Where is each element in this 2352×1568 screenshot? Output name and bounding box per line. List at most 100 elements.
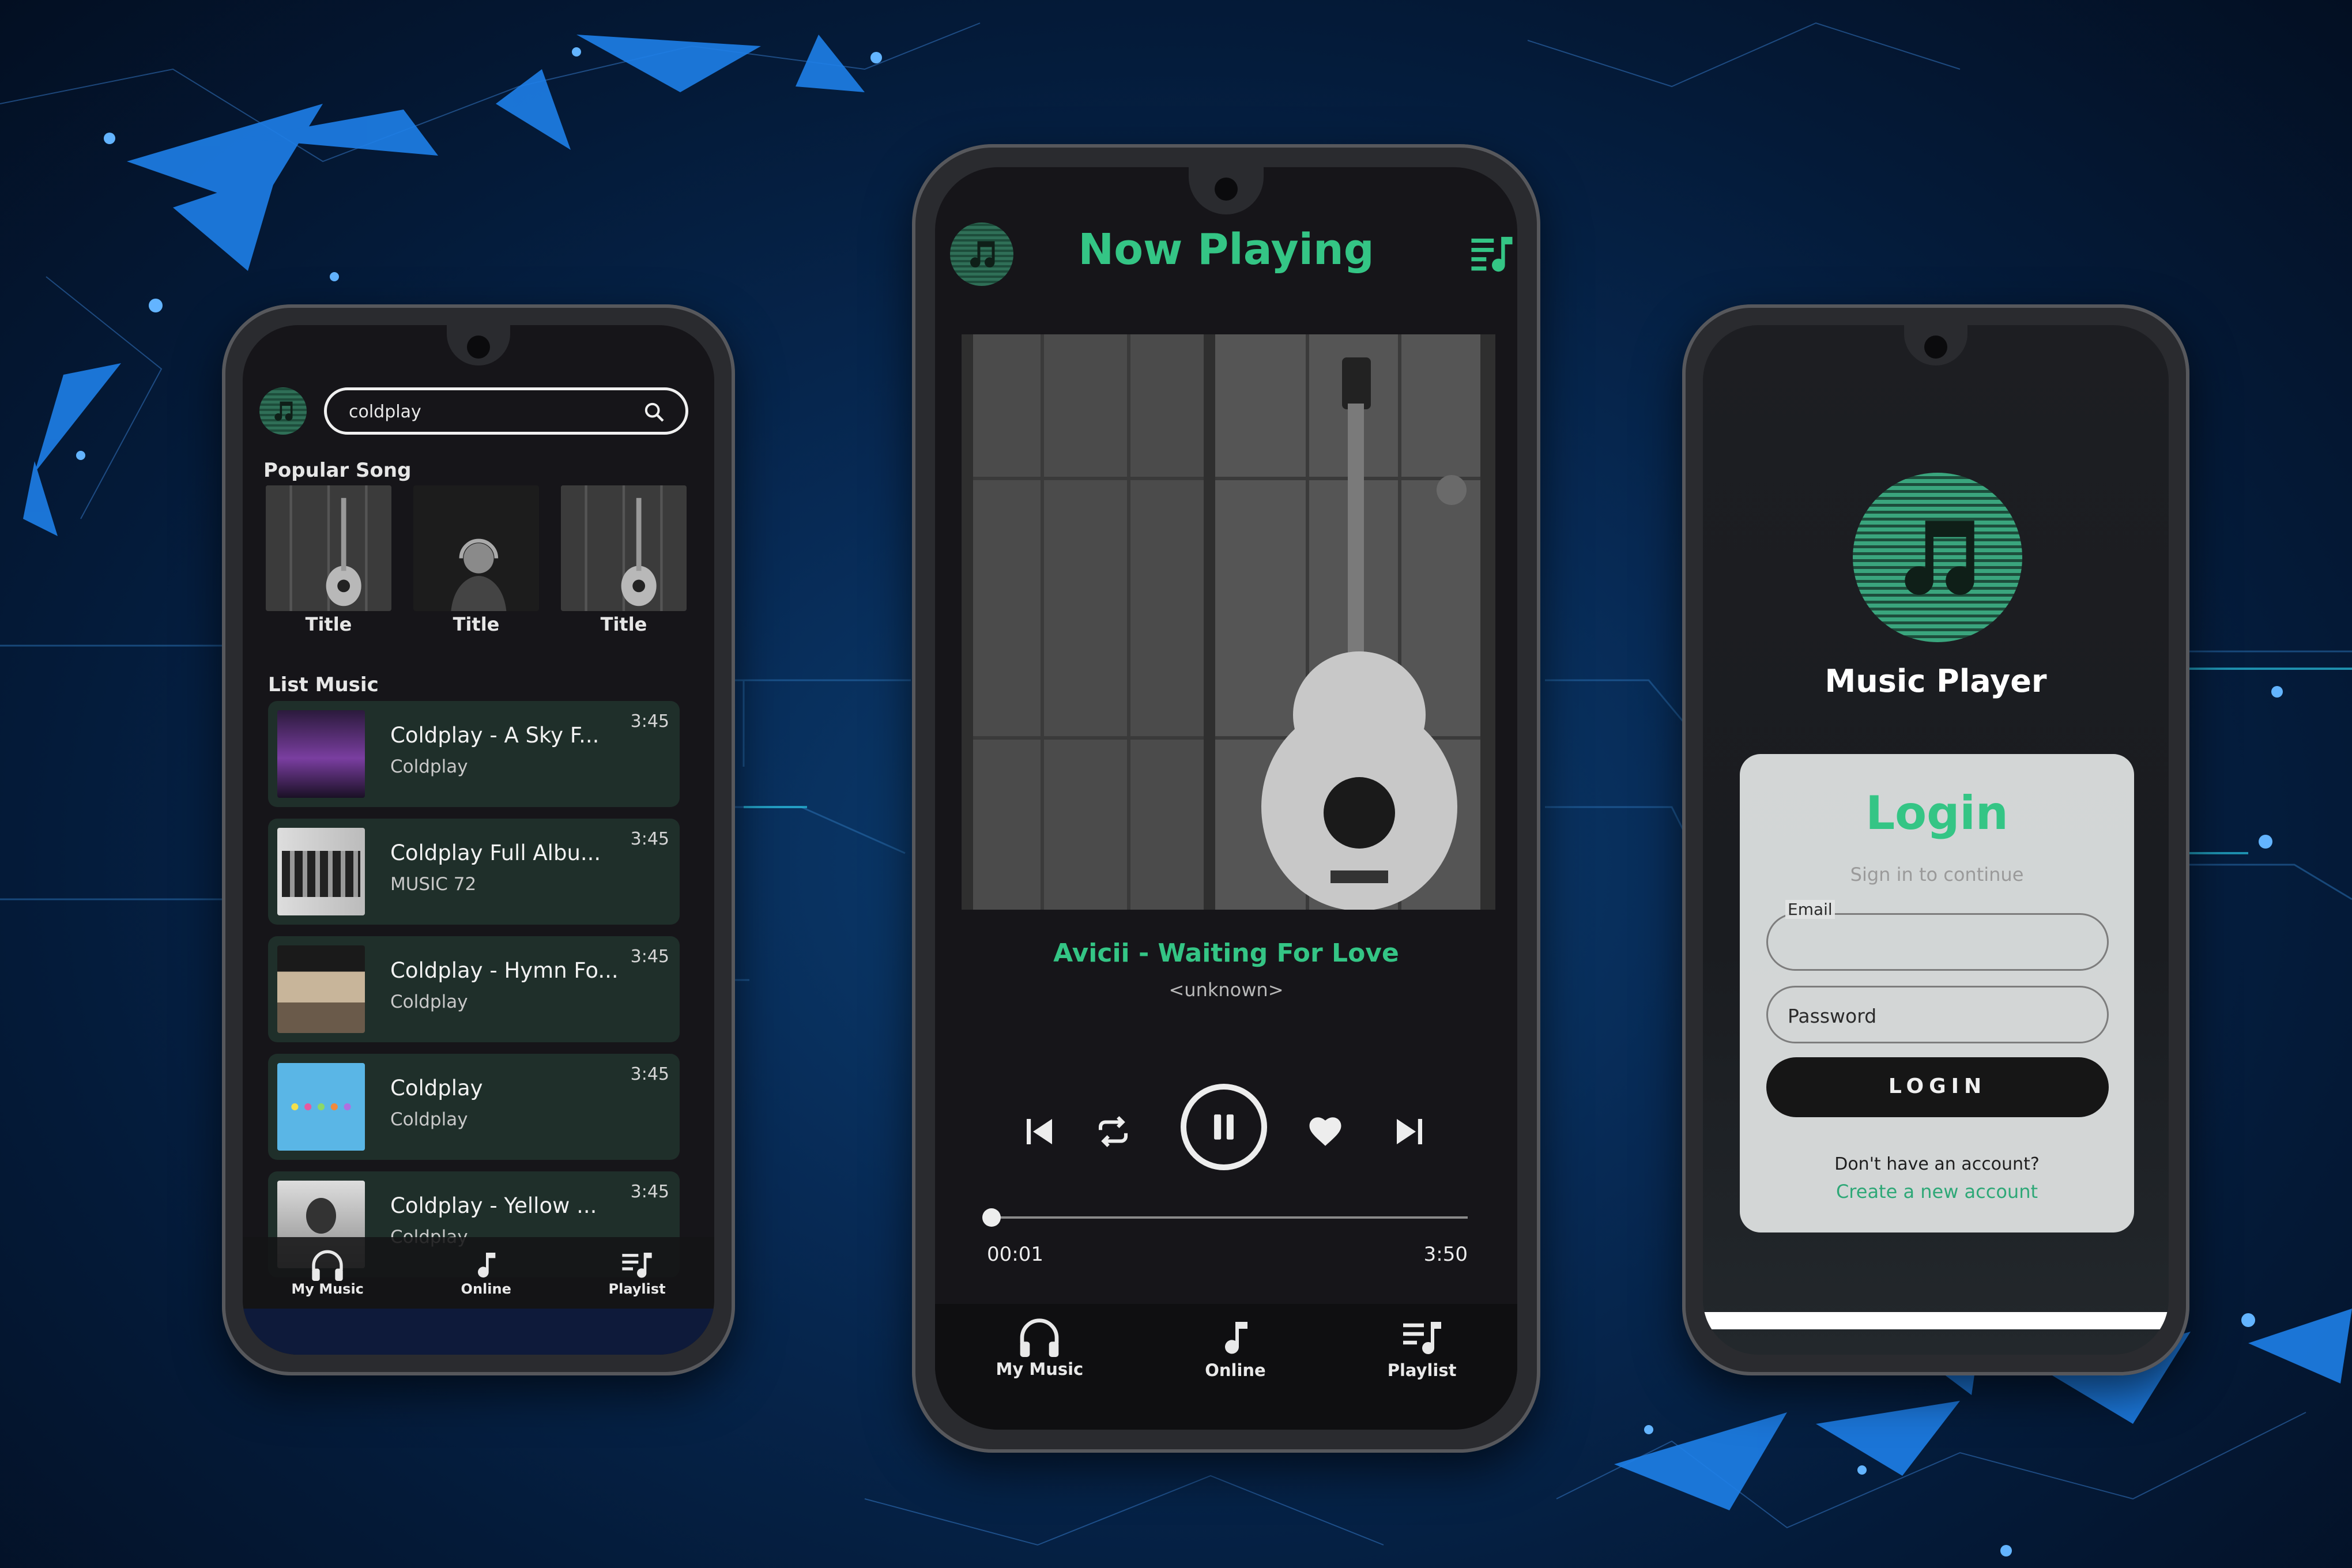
previous-icon[interactable] (1020, 1113, 1058, 1151)
search-icon[interactable] (643, 401, 666, 424)
popular-song-card[interactable]: Title (413, 485, 539, 635)
left-phone-screen: coldplay Popular Song Title Title Title … (243, 325, 714, 1355)
music-note-icon (478, 1253, 496, 1278)
nav-my-music[interactable]: My Music (996, 1317, 1083, 1379)
popular-song-card[interactable]: Title (266, 485, 391, 635)
current-time: 00:01 (987, 1243, 1043, 1266)
list-item-title: Coldplay (390, 1076, 483, 1100)
band-thumbnail (277, 945, 365, 1033)
home-indicator (1703, 1312, 2169, 1329)
left-phone: coldplay Popular Song Title Title Title … (222, 304, 735, 1375)
login-card: Login Sign in to continue Email Password… (1740, 754, 2134, 1232)
popular-song-title: Title (305, 613, 352, 635)
nav-online[interactable]: Online (461, 1249, 511, 1297)
music-note-icon (1905, 521, 1974, 595)
list-item-subtitle: Coldplay (390, 756, 468, 777)
progress-thumb[interactable] (982, 1208, 1001, 1227)
login-title: Login (1865, 786, 2008, 840)
list-item-duration: 3:45 (630, 1064, 669, 1084)
music-note-icon (274, 401, 293, 421)
left-logo[interactable] (259, 387, 307, 435)
email-field[interactable]: Email (1766, 900, 2109, 971)
nav-label: Online (1205, 1360, 1266, 1380)
login-subtitle: Sign in to continue (1850, 864, 2024, 885)
left-phone-notch (447, 325, 510, 365)
list-item[interactable]: Coldplay Coldplay 3:45 (268, 1054, 680, 1160)
list-item[interactable]: Coldplay Full Albu... MUSIC 72 3:45 (268, 819, 680, 925)
guitar-icon (561, 485, 687, 611)
nav-label: Online (461, 1281, 511, 1297)
popular-song-card[interactable]: Title (561, 485, 687, 635)
list-item-subtitle: Coldplay (390, 992, 468, 1012)
login-button[interactable]: LOGIN (1766, 1057, 2109, 1117)
search-box[interactable]: coldplay (324, 387, 688, 435)
popular-song-heading: Popular Song (263, 459, 412, 482)
person-icon (451, 538, 507, 611)
list-item-subtitle: Coldplay (390, 1109, 468, 1130)
password-field[interactable]: Password (1766, 986, 2109, 1043)
pause-icon (1214, 1114, 1234, 1140)
guitar-thumbnail (561, 485, 687, 611)
playlist-icon[interactable] (1468, 229, 1516, 278)
login-button-label: LOGIN (1888, 1075, 1987, 1098)
right-phone-screen: Music Player Login Sign in to continue E… (1703, 325, 2169, 1355)
nav-playlist[interactable]: Playlist (1388, 1317, 1457, 1380)
color-dots-icon (291, 1103, 351, 1111)
list-item[interactable]: Coldplay - A Sky F... Coldplay 3:45 (268, 701, 680, 807)
list-item-duration: 3:45 (630, 711, 669, 732)
song-title: Avicii - Waiting For Love (1053, 938, 1399, 968)
no-account-text: Don't have an account? (1834, 1154, 2040, 1174)
nav-label: Playlist (608, 1281, 666, 1297)
list-item-duration: 3:45 (630, 1182, 669, 1202)
list-item-duration: 3:45 (630, 829, 669, 849)
pause-button[interactable] (1181, 1084, 1267, 1170)
bottom-nav: My Music Online Playlist (935, 1304, 1517, 1430)
playlist-icon (1403, 1322, 1441, 1354)
repeat-icon[interactable] (1094, 1113, 1132, 1151)
headphones-icon (312, 1250, 343, 1281)
nav-label: My Music (996, 1359, 1084, 1379)
list-item-title: Coldplay Full Albu... (390, 840, 601, 865)
system-nav-bar (243, 1309, 714, 1355)
list-item-subtitle: MUSIC 72 (390, 874, 477, 895)
search-input[interactable]: coldplay (349, 402, 421, 422)
guitar-icon (266, 485, 391, 611)
album-art (962, 334, 1495, 910)
nav-label: Playlist (1387, 1360, 1457, 1380)
heart-icon[interactable] (1306, 1113, 1344, 1151)
popular-song-title: Title (453, 613, 500, 635)
nav-online[interactable]: Online (1205, 1317, 1266, 1380)
concert-thumbnail (277, 710, 365, 798)
nav-playlist[interactable]: Playlist (609, 1249, 666, 1297)
center-phone-screen: Now Playing Avicii - Waiting For Love <u… (935, 167, 1517, 1430)
popular-song-title: Title (600, 613, 647, 635)
password-input[interactable]: Password (1788, 1005, 1876, 1027)
list-item-title: Coldplay - Yellow ... (390, 1193, 597, 1218)
nav-label: My Music (291, 1281, 364, 1297)
right-phone: Music Player Login Sign in to continue E… (1682, 304, 2189, 1375)
center-phone: Now Playing Avicii - Waiting For Love <u… (912, 144, 1540, 1453)
list-item-title: Coldplay - Hymn Fo... (390, 958, 619, 983)
list-item[interactable]: Coldplay - Hymn Fo... Coldplay 3:45 (268, 936, 680, 1042)
showcase-stage: coldplay Popular Song Title Title Title … (0, 0, 2352, 1568)
list-item-duration: 3:45 (630, 947, 669, 967)
headphone-person-thumbnail (413, 485, 539, 611)
app-logo (1853, 473, 2022, 642)
bottom-nav: My Music Online Playlist (243, 1237, 714, 1309)
headphones-icon (1020, 1318, 1059, 1357)
guitar-thumbnail (266, 485, 391, 611)
progress-track[interactable] (989, 1216, 1468, 1219)
next-icon[interactable] (1390, 1113, 1428, 1151)
list-music-heading: List Music (268, 673, 379, 696)
nav-my-music[interactable]: My Music (291, 1249, 364, 1297)
music-note-icon (1224, 1322, 1247, 1354)
blue-cover-thumbnail (277, 1063, 365, 1151)
email-label: Email (1785, 900, 1835, 919)
album-thumbnail (277, 828, 365, 915)
right-phone-notch (1904, 325, 1967, 365)
total-time: 3:50 (1423, 1243, 1468, 1266)
list-item-title: Coldplay - A Sky F... (390, 723, 600, 748)
playlist-icon (622, 1253, 652, 1278)
now-playing-title: Now Playing (1078, 225, 1374, 274)
create-account-link[interactable]: Create a new account (1740, 1181, 2134, 1203)
